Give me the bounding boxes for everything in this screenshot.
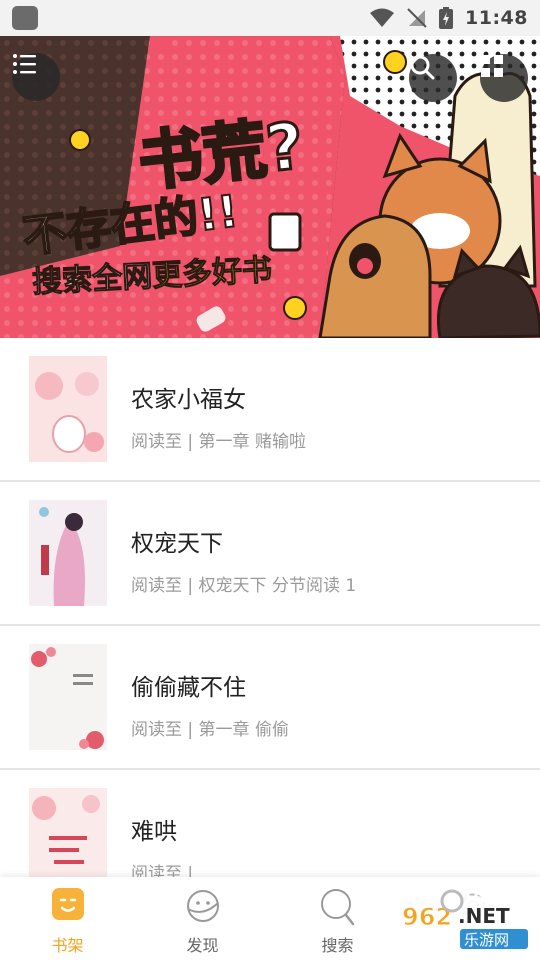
banner-tagline-prefix: 搜索全网 — [31, 259, 154, 301]
grid-icon — [481, 55, 503, 77]
promo-banner[interactable]: 书荒? 不存在的!! 搜索全网更多好书 — [0, 36, 540, 338]
reading-progress: 阅读至 | 第一章 偷偷 — [131, 720, 289, 740]
banner-search-button[interactable] — [409, 54, 457, 102]
grid-view-button[interactable] — [480, 54, 528, 102]
tab-bookshelf[interactable]: 书架 — [0, 877, 135, 960]
tab-label: 书架 — [51, 936, 84, 955]
tab-discover[interactable]: 发现 — [135, 877, 270, 960]
book-row[interactable]: 农家小福女 阅读至 | 第一章 赌输啦 — [0, 338, 540, 482]
battery-charging-icon — [439, 7, 454, 29]
search-icon — [410, 55, 435, 80]
tab-label: 发现 — [186, 936, 219, 955]
watermark-logo: 962 .NET 乐游网 — [398, 889, 528, 951]
bottom-navigation: 书架 发现 搜索 962 .NET 乐游网 — [0, 877, 540, 960]
book-row[interactable]: 权宠天下 阅读至 | 权宠天下 分节阅读 1 — [0, 482, 540, 626]
svg-text:.NET: .NET — [458, 904, 510, 928]
book-title: 难哄 — [131, 819, 177, 845]
no-signal-icon — [407, 8, 427, 28]
svg-text:乐游网: 乐游网 — [464, 931, 509, 949]
list-menu-icon — [13, 54, 36, 74]
book-title: 偷偷藏不住 — [131, 675, 246, 701]
book-cover — [29, 500, 107, 606]
reading-progress: 阅读至 | 权宠天下 分节阅读 1 — [131, 576, 357, 596]
book-cover — [29, 644, 107, 750]
bookshelf-icon — [51, 888, 84, 920]
search-icon — [320, 889, 354, 926]
tab-label: 搜索 — [321, 936, 354, 955]
planet-icon — [186, 890, 219, 922]
banner-tagline-highlight: 更多好书 — [151, 252, 274, 294]
menu-button[interactable] — [12, 53, 60, 101]
book-row[interactable]: 偷偷藏不住 阅读至 | 第一章 偷偷 — [0, 626, 540, 770]
book-title: 权宠天下 — [131, 531, 223, 557]
app-notification-icon — [12, 6, 38, 30]
book-cover — [29, 356, 107, 462]
reading-progress: 阅读至 | 第一章 赌输啦 — [131, 432, 306, 452]
tab-search[interactable]: 搜索 — [270, 877, 405, 960]
clock: 11:48 — [465, 7, 528, 29]
status-bar: 11:48 — [0, 0, 540, 36]
wifi-icon — [370, 8, 395, 27]
bookshelf-list: 农家小福女 阅读至 | 第一章 赌输啦 权宠天下 阅读至 | 权宠天下 分节阅读… — [0, 338, 540, 914]
book-title: 农家小福女 — [131, 387, 246, 413]
